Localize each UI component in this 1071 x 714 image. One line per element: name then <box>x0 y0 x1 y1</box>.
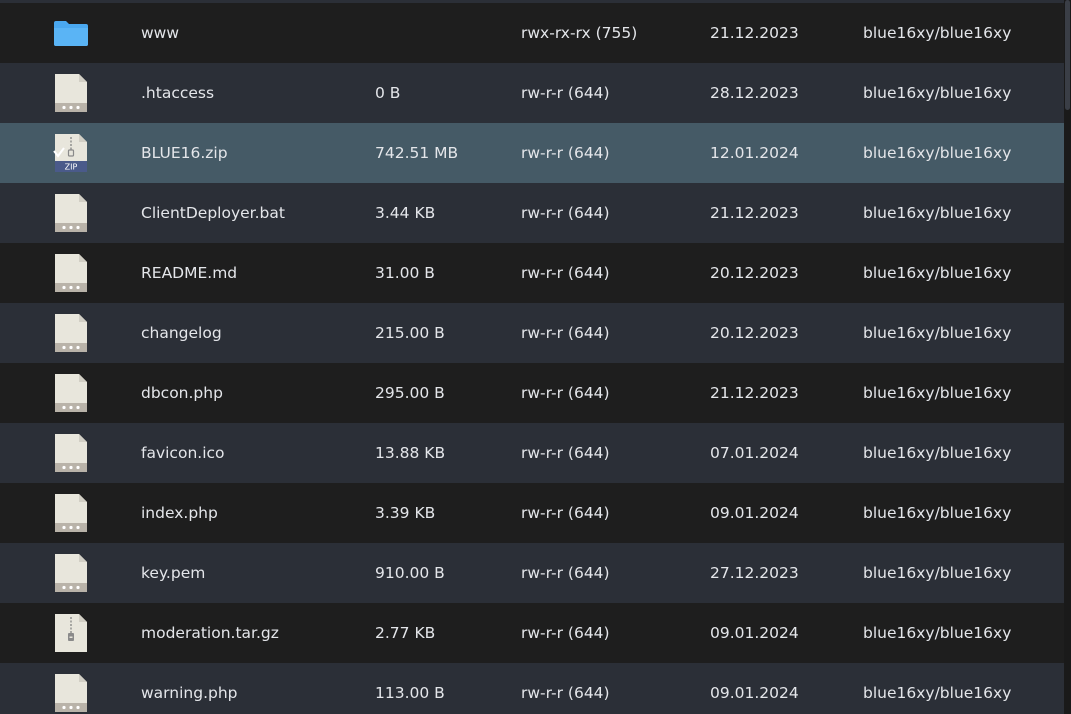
file-permissions: rw-r-r (644) <box>521 504 610 522</box>
file-owner: blue16xy/blue16xy <box>863 504 1012 522</box>
file-date: 09.01.2024 <box>710 504 799 522</box>
file-row[interactable]: ClientDeployer.bat 3.44 KB rw-r-r (644) 21.… <box>0 183 1064 243</box>
file-name: BLUE16.zip <box>141 144 228 162</box>
file-owner: blue16xy/blue16xy <box>863 564 1012 582</box>
file-row[interactable]: dbcon.php 295.00 B rw-r-r (644) 21.12.2023 b… <box>0 363 1064 423</box>
file-row[interactable]: favicon.ico 13.88 KB rw-r-r (644) 07.01.202… <box>0 423 1064 483</box>
file-name: favicon.ico <box>141 444 225 462</box>
file-size: 13.88 KB <box>375 444 446 462</box>
file-row[interactable]: warning.php 113.00 B rw-r-r (644) 09.01.202… <box>0 663 1064 714</box>
file-row[interactable]: moderation.tar.gz 2.77 KB rw-r-r (644) 09.0… <box>0 603 1064 663</box>
file-icon-cell <box>52 363 90 423</box>
file-permissions: rw-r-r (644) <box>521 144 610 162</box>
file-size: 215.00 B <box>375 324 445 342</box>
file-permissions: rw-r-r (644) <box>521 444 610 462</box>
file-date: 20.12.2023 <box>710 324 799 342</box>
file-icon <box>52 374 90 412</box>
file-icon <box>52 314 90 352</box>
file-icon-cell <box>52 183 90 243</box>
file-permissions: rw-r-r (644) <box>521 84 610 102</box>
file-permissions: rw-r-r (644) <box>521 264 610 282</box>
file-date: 27.12.2023 <box>710 564 799 582</box>
file-row[interactable]: README.md 31.00 B rw-r-r (644) 20.12.2023 bl… <box>0 243 1064 303</box>
file-icon <box>52 674 90 712</box>
file-date: 21.12.2023 <box>710 204 799 222</box>
file-owner: blue16xy/blue16xy <box>863 264 1012 282</box>
scrollbar-thumb[interactable] <box>1065 0 1070 110</box>
file-size: 295.00 B <box>375 384 445 402</box>
file-owner: blue16xy/blue16xy <box>863 324 1012 342</box>
file-owner: blue16xy/blue16xy <box>863 204 1012 222</box>
file-owner: blue16xy/blue16xy <box>863 624 1012 642</box>
file-row[interactable]: .htaccess 0 B rw-r-r (644) 28.12.2023 blue16… <box>0 63 1064 123</box>
file-owner: blue16xy/blue16xy <box>863 684 1012 702</box>
file-date: 09.01.2024 <box>710 684 799 702</box>
file-permissions: rw-r-r (644) <box>521 684 610 702</box>
file-name: index.php <box>141 504 218 522</box>
file-name: .htaccess <box>141 84 215 102</box>
file-size: 113.00 B <box>375 684 445 702</box>
file-icon-cell <box>52 543 90 603</box>
archive-file-icon <box>52 614 90 652</box>
file-name: changelog <box>141 324 222 342</box>
file-row[interactable]: ZIP BLUE16.zip 742.51 MB rw-r-r (644) 12.01.… <box>0 123 1064 183</box>
file-size: 31.00 B <box>375 264 435 282</box>
file-date: 07.01.2024 <box>710 444 799 462</box>
file-icon <box>52 194 90 232</box>
file-name: dbcon.php <box>141 384 223 402</box>
file-permissions: rw-r-r (644) <box>521 624 610 642</box>
file-icon-cell <box>52 63 90 123</box>
file-date: 28.12.2023 <box>710 84 799 102</box>
file-date: 09.01.2024 <box>710 624 799 642</box>
file-name: ClientDeployer.bat <box>141 204 285 222</box>
folder-icon <box>52 14 90 52</box>
file-permissions: rw-r-r (644) <box>521 564 610 582</box>
file-size: 2.77 KB <box>375 624 436 642</box>
file-date: 21.12.2023 <box>710 384 799 402</box>
file-name: warning.php <box>141 684 238 702</box>
file-permissions: rw-r-r (644) <box>521 204 610 222</box>
file-icon <box>52 554 90 592</box>
file-size: 742.51 MB <box>375 144 459 162</box>
file-size: 3.39 KB <box>375 504 436 522</box>
file-name: www <box>141 24 180 42</box>
file-name: README.md <box>141 264 238 282</box>
file-icon-cell <box>52 3 90 63</box>
file-icon-cell <box>52 423 90 483</box>
file-icon <box>52 434 90 472</box>
file-icon <box>52 254 90 292</box>
file-icon-cell <box>52 603 90 663</box>
file-name: moderation.tar.gz <box>141 624 279 642</box>
file-date: 21.12.2023 <box>710 24 799 42</box>
file-size: 3.44 KB <box>375 204 436 222</box>
file-owner: blue16xy/blue16xy <box>863 384 1012 402</box>
file-date: 20.12.2023 <box>710 264 799 282</box>
file-permissions: rw-r-r (644) <box>521 324 610 342</box>
file-row[interactable]: index.php 3.39 KB rw-r-r (644) 09.01.2024 bl… <box>0 483 1064 543</box>
file-icon-cell <box>52 663 90 714</box>
file-owner: blue16xy/blue16xy <box>863 24 1012 42</box>
file-icon-cell <box>52 243 90 303</box>
file-size: 910.00 B <box>375 564 445 582</box>
file-date: 12.01.2024 <box>710 144 799 162</box>
file-size: 0 B <box>375 84 401 102</box>
file-icon-cell: ZIP <box>52 123 90 183</box>
file-owner: blue16xy/blue16xy <box>863 84 1012 102</box>
file-icon-cell <box>52 483 90 543</box>
file-name: key.pem <box>141 564 206 582</box>
file-permissions: rwx-rx-rx (755) <box>521 24 638 42</box>
file-row[interactable]: www rwx-rx-rx (755) 21.12.2023 blue16xy/blu… <box>0 3 1064 63</box>
file-owner: blue16xy/blue16xy <box>863 144 1012 162</box>
file-icon <box>52 74 90 112</box>
file-permissions: rw-r-r (644) <box>521 384 610 402</box>
file-owner: blue16xy/blue16xy <box>863 444 1012 462</box>
file-list: www rwx-rx-rx (755) 21.12.2023 blue16xy/blu… <box>0 0 1064 714</box>
zip-icon-label: ZIP <box>65 163 78 172</box>
zip-file-icon: ZIP <box>52 134 90 172</box>
file-icon <box>52 494 90 532</box>
file-icon-cell <box>52 303 90 363</box>
file-row[interactable]: key.pem 910.00 B rw-r-r (644) 27.12.2023 blu… <box>0 543 1064 603</box>
file-row[interactable]: changelog 215.00 B rw-r-r (644) 20.12.2023 b… <box>0 303 1064 363</box>
